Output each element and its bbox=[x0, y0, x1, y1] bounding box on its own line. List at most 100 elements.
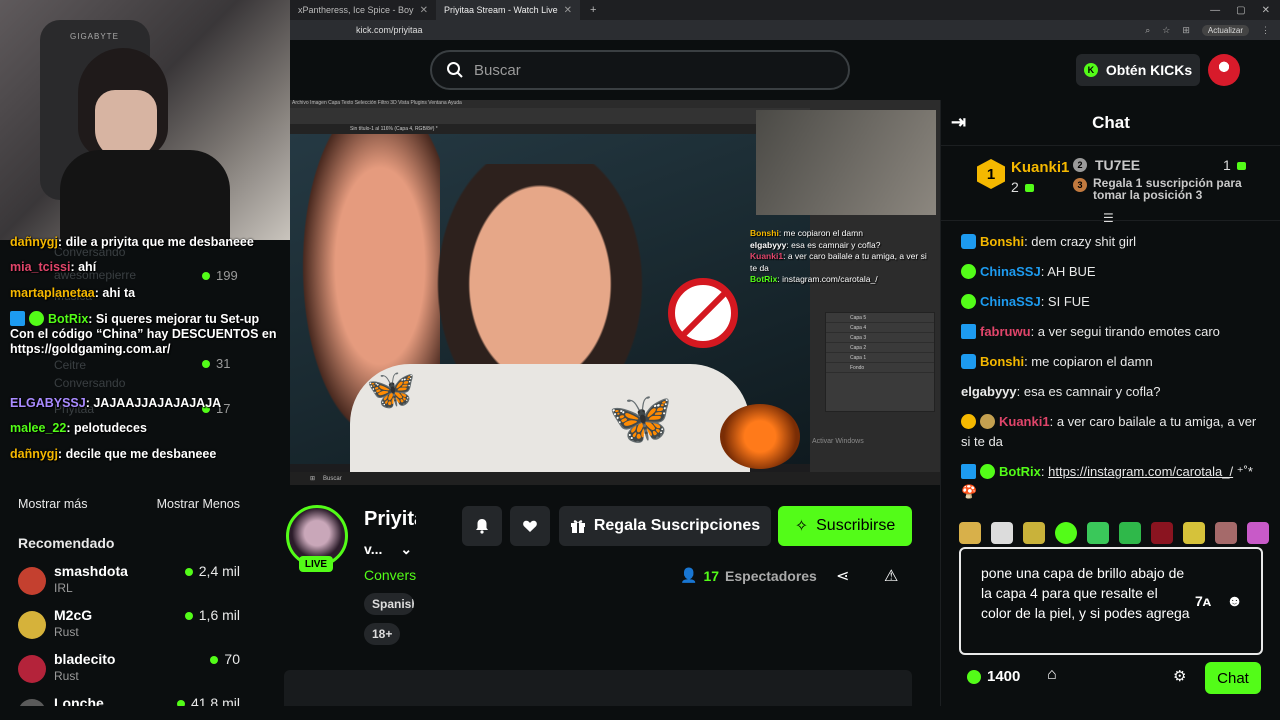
show-less-button[interactable]: Mostrar Menos bbox=[157, 497, 240, 511]
emote-icon[interactable] bbox=[1247, 522, 1269, 544]
emote-bar bbox=[959, 520, 1269, 546]
minimize-icon[interactable]: — bbox=[1210, 5, 1220, 16]
emote-icon[interactable] bbox=[1087, 522, 1109, 544]
extensions-icon[interactable]: ⊞ bbox=[1182, 25, 1190, 36]
tag-mature[interactable]: 18+ bbox=[364, 623, 401, 645]
chat-message: ChinaSSJ: SI FUE bbox=[961, 292, 1261, 312]
verified-badge-icon bbox=[961, 264, 976, 279]
follow-heart-button[interactable] bbox=[510, 506, 550, 546]
overlay-chat-message: dañnygj: dile a priyita que me desbaneee bbox=[10, 235, 254, 249]
sidebar-show-controls: Mostrar más Mostrar Menos bbox=[18, 497, 240, 511]
video-player[interactable]: Archivo Imagen Capa Texto Selección Filt… bbox=[290, 100, 940, 485]
chat-message-text: AH BUE bbox=[1047, 264, 1096, 279]
zoom-icon[interactable]: ⌕ bbox=[1145, 25, 1150, 36]
gift-subscriptions-button[interactable]: Regala Suscripciones bbox=[559, 506, 771, 546]
close-icon[interactable]: ✕ bbox=[420, 5, 428, 16]
chat-message-text: dem crazy shit girl bbox=[1031, 234, 1137, 249]
menu-dots-icon[interactable]: ⋮ bbox=[1261, 25, 1270, 36]
gear-icon[interactable]: ⚙ bbox=[1173, 667, 1186, 685]
video-chat-user: Kuanki1 bbox=[750, 251, 784, 261]
report-warning-icon[interactable]: ⚠ bbox=[884, 566, 898, 586]
emote-icon[interactable] bbox=[1023, 522, 1045, 544]
overlay-message-text: ahí bbox=[78, 260, 97, 274]
toolbar-icons: ⌕ ☆ ⊞ Actualizar ⋮ bbox=[1145, 24, 1280, 36]
search-input[interactable]: Buscar bbox=[430, 50, 850, 90]
photoshop-layers-panel: Capa 5 Capa 4 Capa 3 Capa 2 Capa 1 Fondo bbox=[825, 312, 935, 412]
close-window-icon[interactable]: ✕ bbox=[1262, 5, 1270, 16]
ghost-text: Conversando bbox=[54, 376, 126, 390]
chat-username[interactable]: Kuanki1 bbox=[999, 414, 1050, 429]
overlay-username: dañnygj bbox=[10, 447, 58, 461]
browser-tab[interactable]: xPantheress, Ice Spice - Boy ✕ bbox=[290, 0, 436, 20]
layer-row: Capa 4 bbox=[826, 323, 934, 333]
chat-username[interactable]: Bonshi bbox=[980, 354, 1024, 369]
overlay-username: martaplanetaa bbox=[10, 286, 95, 300]
chat-message-text: SI FUE bbox=[1047, 294, 1090, 309]
subscribe-label: Suscribirse bbox=[816, 517, 896, 534]
emote-icon[interactable] bbox=[1151, 522, 1173, 544]
show-more-button[interactable]: Mostrar más bbox=[18, 497, 87, 511]
notification-bell-button[interactable] bbox=[462, 506, 502, 546]
chat-input-text[interactable]: pone una capa de brillo abajo de la capa… bbox=[981, 563, 1191, 623]
update-button[interactable]: Actualizar bbox=[1201, 24, 1249, 36]
chat-username[interactable]: ChinaSSJ bbox=[980, 264, 1041, 279]
chat-send-button[interactable]: Chat bbox=[1205, 662, 1261, 694]
address-bar[interactable]: kick.com/priyitaa ⌕ ☆ ⊞ Actualizar ⋮ bbox=[290, 20, 1280, 40]
user-avatar[interactable] bbox=[1208, 54, 1240, 86]
verified-badge-icon bbox=[980, 464, 995, 479]
video-chat-line: BotRix: instagram.com/carotala_/ bbox=[750, 274, 878, 284]
chevron-down-icon[interactable]: ⌄ bbox=[400, 541, 412, 557]
bookmark-star-icon[interactable]: ☆ bbox=[1162, 25, 1170, 36]
chat-username[interactable]: fabruwu bbox=[980, 324, 1031, 339]
store-icon[interactable]: ⌂ bbox=[1047, 666, 1057, 684]
url-text[interactable]: kick.com/priyitaa bbox=[356, 25, 1145, 35]
new-tab-icon[interactable]: + bbox=[580, 4, 606, 16]
layer-row: Capa 1 bbox=[826, 353, 934, 363]
leaderboard-second-name[interactable]: TU7EE bbox=[1095, 157, 1140, 173]
activate-windows-watermark: Activar Windows bbox=[812, 438, 864, 445]
leaderboard-first-name[interactable]: Kuanki1 bbox=[1011, 159, 1069, 176]
emote-icon[interactable] bbox=[1215, 522, 1237, 544]
emote-icon[interactable] bbox=[1055, 522, 1077, 544]
emote-icon[interactable] bbox=[1183, 522, 1205, 544]
sparkle-icon: ✧ bbox=[794, 518, 809, 535]
chat-username[interactable]: ChinaSSJ bbox=[980, 294, 1041, 309]
chat-message: Bonshi: me copiaron el damn bbox=[961, 352, 1261, 372]
butterfly-icon: 🦋 bbox=[366, 368, 416, 412]
maximize-icon[interactable]: ▢ bbox=[1236, 5, 1245, 16]
translate-icon[interactable]: 7ᴀ bbox=[1195, 593, 1211, 609]
overlay-message-text: decile que me desbaneee bbox=[65, 447, 217, 461]
subscribe-button[interactable]: ✧ Suscribirse bbox=[778, 506, 912, 546]
tag-language[interactable]: Spanish bbox=[364, 593, 414, 615]
expand-leaderboard-icon[interactable]: ☰ bbox=[1103, 211, 1114, 225]
recommended-channel[interactable]: bladecito Rust 70 bbox=[18, 651, 240, 691]
video-chat-overlay: Bonshi: me copiaron el damn elgabyyy: es… bbox=[750, 228, 930, 286]
chat-message-input[interactable]: pone una capa de brillo abajo de la capa… bbox=[959, 547, 1263, 655]
stream-category[interactable]: Conversando bbox=[364, 567, 416, 583]
chat-username[interactable]: BotRix bbox=[999, 464, 1041, 479]
chat-username[interactable]: elgabyyy bbox=[961, 384, 1017, 399]
channel-points[interactable]: 1400 bbox=[967, 668, 1020, 685]
chat-link[interactable]: https://instagram.com/carotala_/ bbox=[1048, 464, 1233, 479]
browser-tab-active[interactable]: Priyitaa Stream - Watch Live ✕ bbox=[435, 0, 581, 20]
channel-name: M2cG bbox=[54, 607, 93, 623]
emote-icon[interactable] bbox=[959, 522, 981, 544]
pumpkin-icon bbox=[720, 404, 800, 469]
recommended-channel[interactable]: M2cG Rust 1,6 mil bbox=[18, 607, 240, 647]
share-icon[interactable]: ⋖ bbox=[836, 566, 849, 586]
chat-username[interactable]: Bonshi bbox=[980, 234, 1024, 249]
emote-icon[interactable] bbox=[1119, 522, 1141, 544]
get-kicks-button[interactable]: K Obtén KICKs bbox=[1076, 54, 1200, 86]
overlay-message-text: pelotudeces bbox=[73, 421, 147, 435]
streamer-name[interactable]: Priyitaa bbox=[364, 508, 416, 531]
recommended-channel[interactable]: smashdota IRL 2,4 mil bbox=[18, 563, 240, 603]
collapse-chat-icon[interactable]: ⇥ bbox=[951, 112, 966, 133]
close-icon[interactable]: ✕ bbox=[564, 5, 572, 16]
kicks-label: Obtén KICKs bbox=[1105, 62, 1193, 78]
chat-title: Chat bbox=[1092, 112, 1130, 132]
viewers-label: Espectadores bbox=[725, 567, 817, 584]
emoji-picker-icon[interactable]: ☻ bbox=[1226, 593, 1243, 611]
heart-icon bbox=[523, 520, 537, 532]
emote-icon[interactable] bbox=[991, 522, 1013, 544]
overlay-username: BotRix bbox=[48, 312, 89, 326]
